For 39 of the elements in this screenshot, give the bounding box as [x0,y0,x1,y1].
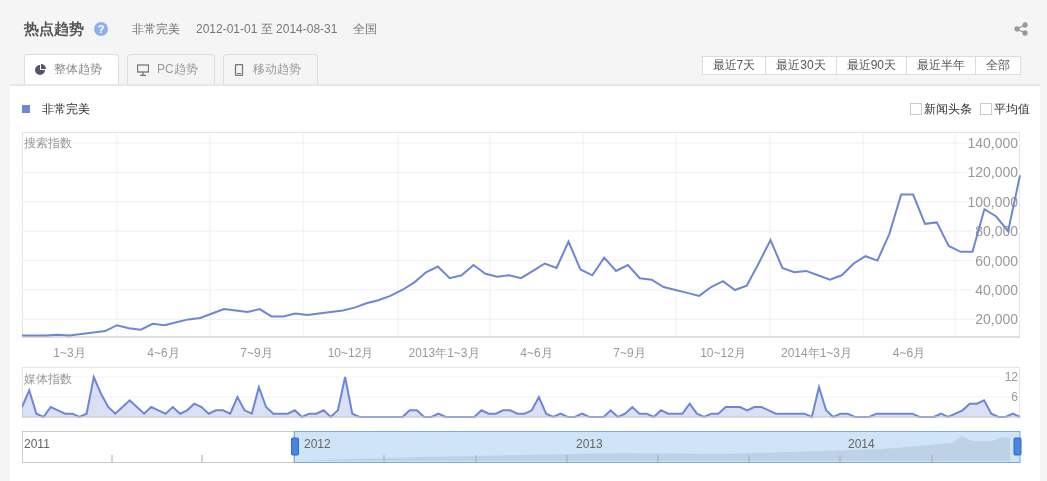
range-handle[interactable] [1013,437,1022,456]
date-range-text: 2012-01-01 至 2014-08-31 [196,20,338,38]
region-text: 全国 [353,20,378,38]
range-handle[interactable] [290,437,299,456]
x-axis-label: 4~6月 [892,346,926,360]
x-axis-label: 4~6月 [520,346,553,360]
checkbox[interactable] [980,103,992,115]
x-axis-label: 4~6月 [147,346,180,360]
y-tick-label: 40,000 [975,281,1018,298]
keyword-text: 非常完美 [132,20,180,38]
x-axis-label: 10~12月 [327,346,374,360]
y-tick-label: 6 [1011,390,1018,404]
monitor-icon [137,63,149,76]
y-tick-label: 60,000 [975,252,1018,269]
x-axis-label: 2014年1~3月 [780,346,853,360]
checkbox-label[interactable]: 平均值 [994,100,1030,118]
year-label: 2011 [24,437,50,451]
tab[interactable]: 整体趋势 [24,54,119,84]
phone-icon [232,63,245,76]
x-axis-label: 7~9月 [613,346,646,360]
checkbox-label[interactable]: 新闻头条 [924,100,972,118]
y-axis-title: 媒体指数 [24,372,72,386]
x-axis-label: 7~9月 [240,346,273,360]
y-tick-label: 20,000 [975,311,1018,328]
year-label: 2014 [848,437,875,451]
y-tick-label: 12 [1004,370,1018,384]
y-axis-title: 搜索指数 [24,136,72,150]
y-tick-label: 120,000 [967,164,1018,181]
checkbox[interactable] [910,103,922,115]
legend-label: 非常完美 [42,100,90,118]
share-icon[interactable] [1014,22,1028,36]
y-tick-label: 140,000 [967,135,1018,151]
year-label: 2012 [304,437,331,451]
x-axis-label: 1~3月 [53,346,86,360]
x-axis-label: 2013年1~3月 [408,346,480,360]
year-label: 2013 [576,437,603,451]
section-title: 热点趋势 [24,19,84,39]
pie-chart-icon [34,63,46,76]
x-axis-label: 10~12月 [700,346,746,360]
